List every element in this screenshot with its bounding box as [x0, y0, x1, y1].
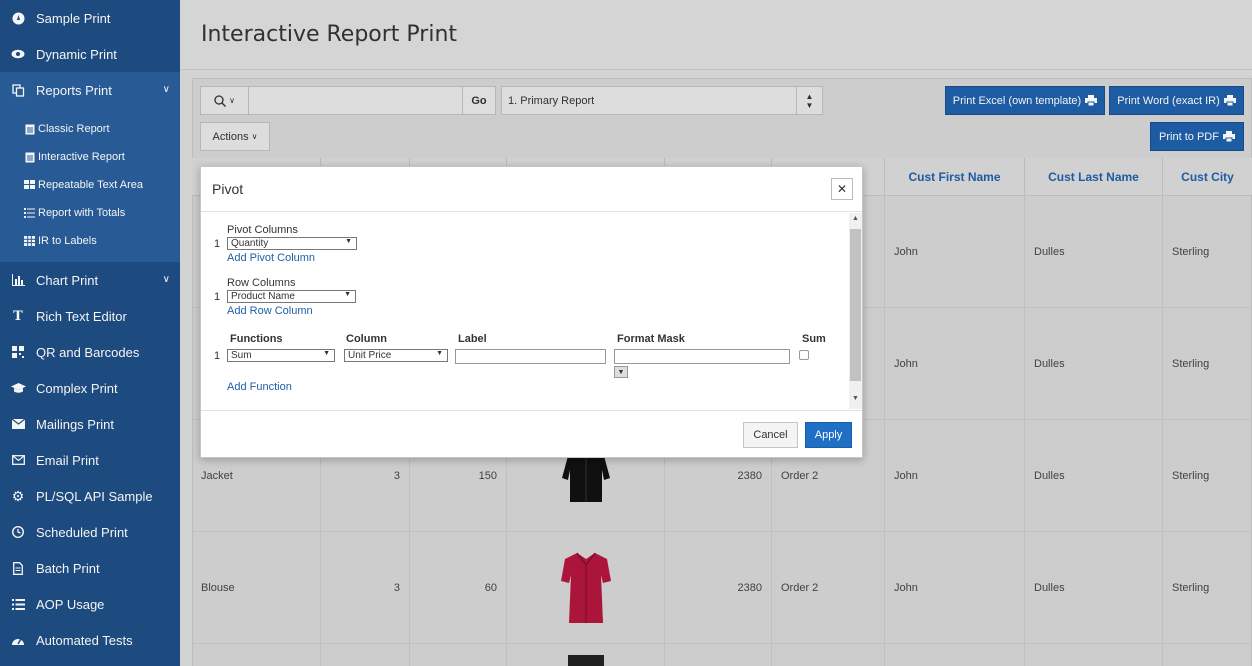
add-row-column-link[interactable]: Add Row Column — [227, 305, 313, 317]
sum-checkbox[interactable] — [799, 350, 809, 360]
row-column-value: Product Name — [231, 291, 295, 302]
row-column-select[interactable]: Product Name ▼ — [227, 290, 356, 303]
row-number: 1 — [214, 238, 221, 250]
dropdown-arrow-icon: ▼ — [345, 238, 352, 245]
divider — [201, 410, 862, 411]
column-header: Column — [346, 333, 387, 345]
functions-header: Functions — [230, 333, 283, 345]
pivot-columns-label: Pivot Columns — [227, 224, 298, 236]
scrollbar-thumb[interactable] — [850, 229, 861, 381]
scroll-down-icon[interactable]: ▼ — [849, 395, 862, 405]
dialog-body: Pivot Columns 1 Quantity ▼ Add Pivot Col… — [201, 212, 847, 410]
dialog-title: Pivot — [212, 181, 244, 197]
dropdown-arrow-icon: ▼ — [344, 291, 351, 298]
cancel-button[interactable]: Cancel — [743, 422, 798, 448]
row-number: 1 — [214, 350, 221, 362]
add-function-link[interactable]: Add Function — [227, 381, 292, 393]
format-mask-picker[interactable]: ▼ — [614, 366, 628, 378]
dropdown-arrow-icon: ▼ — [436, 350, 443, 357]
pivot-column-select[interactable]: Quantity ▼ — [227, 237, 357, 250]
add-pivot-column-link[interactable]: Add Pivot Column — [227, 252, 315, 264]
function-column-select[interactable]: Unit Price ▼ — [344, 349, 448, 362]
function-select[interactable]: Sum ▼ — [227, 349, 335, 362]
format-mask-header: Format Mask — [617, 333, 685, 345]
dialog-scrollbar[interactable]: ▲ ▼ — [849, 213, 862, 409]
function-column-value: Unit Price — [348, 350, 392, 361]
row-columns-label: Row Columns — [227, 277, 296, 289]
close-icon: ✕ — [836, 182, 848, 196]
dropdown-arrow-icon: ▼ — [323, 350, 330, 357]
function-value: Sum — [231, 350, 252, 361]
row-number: 1 — [214, 291, 221, 303]
close-button[interactable]: ✕ — [831, 178, 853, 200]
sum-header: Sum — [802, 333, 826, 345]
format-mask-input[interactable] — [614, 349, 790, 364]
label-input[interactable] — [455, 349, 606, 364]
pivot-column-value: Quantity — [231, 238, 269, 249]
apply-button[interactable]: Apply — [805, 422, 852, 448]
chevron-down-icon: ▼ — [617, 368, 625, 376]
scroll-up-icon[interactable]: ▲ — [849, 215, 862, 225]
pivot-dialog: Pivot ✕ Pivot Columns 1 Quantity ▼ Add P… — [200, 166, 863, 458]
label-header: Label — [458, 333, 487, 345]
